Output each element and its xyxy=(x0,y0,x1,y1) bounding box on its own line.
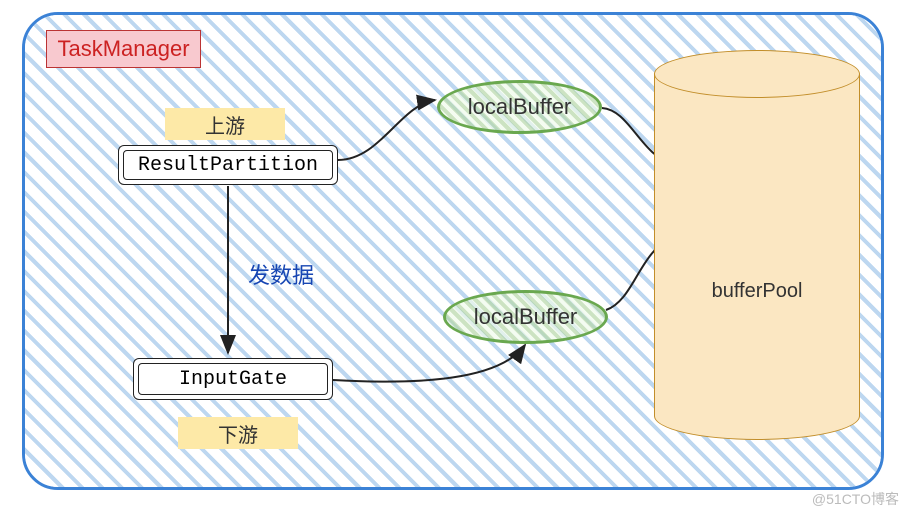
upstream-tag: 上游 xyxy=(165,108,285,140)
send-data-label: 发数据 xyxy=(248,258,314,290)
local-buffer-bottom-text: localBuffer xyxy=(474,304,578,330)
local-buffer-top-text: localBuffer xyxy=(468,94,572,120)
result-partition-text: ResultPartition xyxy=(138,154,318,177)
cylinder-top xyxy=(654,50,860,98)
local-buffer-bottom-node: localBuffer xyxy=(443,290,608,344)
result-partition-node: ResultPartition xyxy=(118,145,338,185)
buffer-pool-node: bufferPool xyxy=(654,50,860,440)
downstream-tag: 下游 xyxy=(178,417,298,449)
watermark: @51CTO博客 xyxy=(812,489,899,509)
input-gate-node: InputGate xyxy=(133,358,333,400)
title-label: TaskManager xyxy=(46,30,201,68)
input-gate-text: InputGate xyxy=(179,368,287,391)
cylinder-body xyxy=(654,74,860,416)
buffer-pool-text: bufferPool xyxy=(654,280,860,303)
local-buffer-top-node: localBuffer xyxy=(437,80,602,134)
